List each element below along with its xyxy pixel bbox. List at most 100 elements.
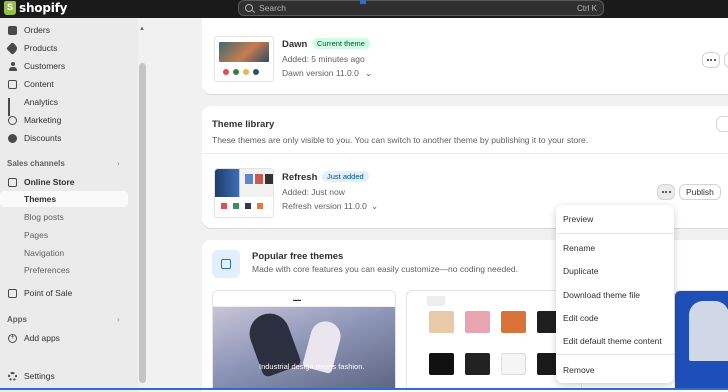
product-shirt-1	[429, 353, 454, 375]
sidebar-item-label: Orders	[24, 25, 50, 35]
current-theme-more-button[interactable]	[702, 52, 720, 68]
sidebar-item-preferences[interactable]: Preferences	[0, 262, 128, 278]
orders-icon	[8, 25, 17, 35]
search-bar[interactable]: Search Ctrl K	[238, 0, 604, 16]
selection-outline	[0, 388, 728, 390]
sidebar-item-customers[interactable]: Customers	[0, 58, 128, 74]
theme-preview-3[interactable]	[674, 290, 728, 390]
current-theme-badge: Current theme	[312, 38, 370, 49]
sidebar-item-label: Online Store	[24, 177, 75, 187]
sidebar-item-navigation[interactable]: Navigation	[0, 245, 128, 261]
preview-logo: ▬▬	[293, 297, 301, 302]
current-theme-name: Dawn	[282, 39, 308, 50]
content-icon	[8, 79, 17, 89]
menu-item-edit-code[interactable]: Edit code	[563, 313, 598, 323]
theme-preview-1[interactable]: ▬▬ Industrial design meets fashion.	[212, 290, 396, 390]
menu-item-duplicate[interactable]: Duplicate	[563, 266, 598, 276]
theme-library-description: These themes are only visible to you. Yo…	[212, 135, 589, 145]
person-icon	[8, 61, 17, 71]
search-placeholder: Search	[259, 3, 286, 13]
menu-divider	[556, 233, 674, 234]
theme-actions-menu: Preview Rename Duplicate Download theme …	[556, 205, 674, 383]
sidebar-item-label: Customers	[24, 61, 66, 71]
sidebar-item-label: Settings	[24, 371, 55, 381]
sidebar-item-blog-posts[interactable]: Blog posts	[0, 209, 128, 225]
current-theme-version: Dawn version 11.0.0	[282, 68, 359, 78]
sidebar-item-label: Add apps	[24, 333, 60, 343]
chevron-down-icon[interactable]: ⌄	[371, 201, 378, 212]
plus-circle-icon: +	[8, 333, 17, 343]
library-theme-name: Refresh	[282, 172, 318, 183]
gear-icon	[8, 371, 17, 381]
product-cap-3	[501, 311, 526, 333]
sidebar-item-discounts[interactable]: Discounts	[0, 130, 128, 146]
sidebar-item-label: Content	[24, 79, 54, 89]
sales-channels-heading: Sales channels	[7, 159, 65, 168]
search-shortcut: Ctrl K	[577, 3, 597, 13]
menu-item-rename[interactable]: Rename	[563, 243, 595, 253]
current-theme-card: Dawn Current theme Added: 5 minutes ago …	[202, 18, 728, 94]
theme-library-title: Theme library	[212, 119, 275, 130]
discount-icon	[8, 133, 17, 143]
popular-themes-description: Made with core features you can easily c…	[252, 264, 519, 274]
tag-icon	[6, 41, 19, 55]
sidebar-item-label: Navigation	[24, 248, 65, 258]
sidebar-item-analytics[interactable]: Analytics	[0, 94, 128, 116]
sidebar-item-online-store[interactable]: Online Store	[0, 174, 128, 190]
sidebar-item-label: Themes	[24, 194, 57, 204]
menu-item-download-theme-file[interactable]: Download theme file	[563, 290, 640, 300]
sidebar-item-label: Analytics	[24, 97, 59, 107]
sidebar-scrollbar[interactable]: ▲	[138, 18, 147, 392]
divider	[202, 153, 728, 154]
brand-name: shopify	[19, 1, 68, 15]
bar-chart-icon	[8, 97, 17, 116]
shopify-logo[interactable]: shopify	[4, 1, 67, 15]
scrollbar-thumb[interactable]	[139, 63, 146, 383]
sidebar-item-orders[interactable]: Orders	[0, 22, 128, 38]
product-cap-2	[465, 311, 490, 333]
refresh-thumbnail[interactable]	[214, 168, 274, 218]
sidebar-item-label: Pages	[24, 230, 49, 240]
sidebar-item-pages[interactable]: Pages	[0, 227, 128, 243]
dawn-thumbnail[interactable]	[214, 36, 274, 82]
preview-1-caption: Industrial design meets fashion.	[259, 362, 365, 371]
sidebar-item-content[interactable]: Content	[0, 76, 128, 92]
sidebar-item-add-apps[interactable]: + Add apps	[0, 330, 128, 346]
target-icon	[8, 115, 17, 125]
sidebar-item-label: Marketing	[24, 115, 62, 125]
scroll-up-arrow-icon[interactable]: ▲	[139, 26, 145, 32]
chevron-right-icon[interactable]: ›	[117, 159, 120, 168]
search-icon	[245, 4, 253, 12]
sidebar-item-label: Point of Sale	[24, 288, 73, 298]
sidebar: Orders Products Customers Content Analyt…	[0, 18, 138, 392]
library-theme-badge: Just added	[322, 171, 369, 182]
customize-button-partial[interactable]	[724, 52, 728, 68]
selection-handle-top	[360, 0, 366, 4]
sidebar-item-label: Products	[24, 43, 58, 53]
chevron-down-icon[interactable]: ⌄	[365, 68, 372, 79]
shopify-bag-icon	[4, 1, 16, 15]
product-cap-1	[429, 311, 454, 333]
menu-item-edit-default-theme-content[interactable]: Edit default theme content	[563, 336, 662, 346]
store-icon	[8, 177, 17, 187]
publish-button[interactable]: Publish	[679, 184, 721, 200]
library-theme-more-button[interactable]	[657, 184, 675, 200]
library-theme-added: Added: Just now	[282, 187, 345, 197]
menu-item-remove[interactable]: Remove	[563, 365, 595, 375]
apps-heading: Apps	[7, 315, 27, 324]
sidebar-item-label: Blog posts	[24, 212, 64, 222]
sidebar-item-label: Preferences	[24, 265, 70, 275]
sidebar-item-label: Discounts	[24, 133, 62, 143]
chevron-right-icon[interactable]: ›	[117, 315, 120, 324]
sidebar-item-products[interactable]: Products	[0, 40, 128, 56]
menu-divider	[556, 354, 674, 355]
sidebar-item-themes[interactable]: Themes	[0, 191, 128, 207]
sidebar-item-point-of-sale[interactable]: Point of Sale	[0, 285, 128, 301]
menu-item-preview[interactable]: Preview	[563, 214, 593, 224]
sidebar-item-settings[interactable]: Settings	[0, 368, 128, 384]
pos-icon	[8, 288, 17, 298]
product-shirt-2	[465, 353, 490, 375]
library-theme-version: Refresh version 11.0.0	[282, 201, 367, 211]
add-theme-button-partial[interactable]	[716, 116, 728, 132]
sidebar-item-marketing[interactable]: Marketing	[0, 112, 128, 128]
